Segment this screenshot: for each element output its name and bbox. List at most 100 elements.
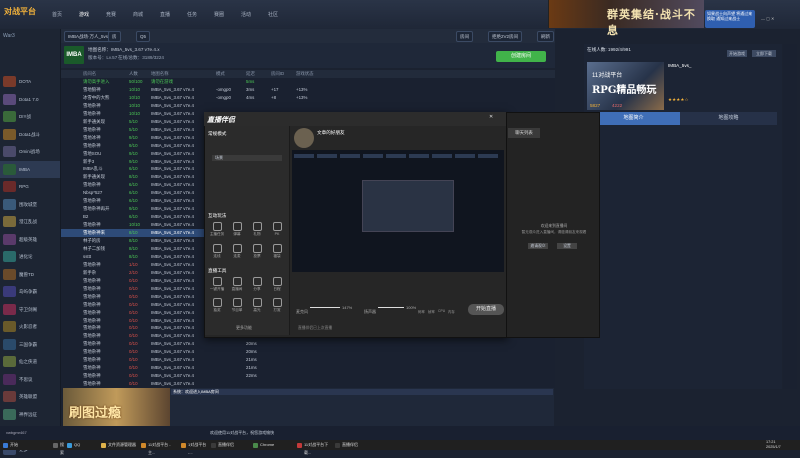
window-controls[interactable]: — ▢ ✕ [761,16,797,23]
tool2-6[interactable]: 高光 [248,298,266,313]
sidebar-item-5[interactable]: IMBA [0,161,60,179]
tool2-1[interactable]: 直播间 [228,277,246,292]
close-icon[interactable]: ✕ [489,114,493,120]
start-game-button[interactable]: 开始游戏 [727,50,747,57]
nav-item-0[interactable]: 首页 [52,11,62,18]
room-chip-1[interactable]: 房 [108,31,121,42]
table-row[interactable]: 冰雪中的大熊10/10IMBA_5vs_3.67 v7e.4-omgp04ms+… [61,94,555,102]
taskbar-item-7[interactable]: Chrome [252,441,294,449]
sidebar-item-4[interactable]: Omini战场 [0,143,60,161]
table-cell: 新手通关现 [83,173,105,181]
table-row[interactable]: 雪地杂神0/10IMBA_5vs_3.67 v7e.4 [61,380,555,388]
sidebar-item-17[interactable]: 不思议 [0,371,60,389]
nav-item-7[interactable]: 活动 [241,11,251,18]
taskbar-item-5[interactable]: 1对战平台 -... [180,441,210,449]
room-filter-0[interactable]: 房间 [456,31,473,42]
taskbar-item-0[interactable]: 开始 [2,441,50,449]
mic-slider[interactable] [310,307,340,308]
nav-item-8[interactable]: 社区 [268,11,278,18]
more-functions[interactable]: 更多功能 [236,325,252,331]
tool2-4[interactable]: 抽奖 [208,298,226,313]
tool-1[interactable]: 弹幕 [228,222,246,237]
tool2-5[interactable]: 节目单 [228,298,246,313]
room-filter-1[interactable]: 拒绝2V2房间 [488,31,522,42]
taskbar-item-2[interactable]: QQ [66,441,96,449]
sidebar-item-11[interactable]: 魔兽TD [0,266,60,284]
settings-button[interactable]: 设置 [557,243,577,249]
room-filter-2[interactable]: 刷新 [537,31,554,42]
invite-button[interactable]: 邀请观众 [528,243,548,249]
tool2-2[interactable]: 分享 [248,277,266,292]
table-row[interactable]: 雪地杂神0/10IMBA_5vs_3.67 v7e.421ms [61,364,555,372]
promo-banner[interactable]: 刷图过瘾 [63,388,170,426]
nav-item-6[interactable]: 赛圈 [214,11,224,18]
notification-popup[interactable]: 如果战士向声望 将通过来换取 通知过来战士 [705,10,755,28]
taskbar-item-4[interactable]: 11对战平台 - 主... [140,441,178,449]
taskbar-item-8[interactable]: 11对战平台下载... [296,441,332,449]
sidebar-item-8[interactable]: 澄江乱战 [0,213,60,231]
tool2-7[interactable]: 打赏 [268,298,286,313]
tool-0[interactable]: 主播任务 [208,222,226,237]
tool-2[interactable]: 礼物 [248,222,266,237]
tab-map-guide[interactable]: 地图攻略 [680,112,777,125]
nav-item-1[interactable]: 游戏 [79,11,89,18]
nav-item-3[interactable]: 商城 [133,11,143,18]
start-live-button[interactable]: 开始直播 [468,304,504,315]
taskbar-item-1[interactable]: 搜索 [52,441,64,449]
speaker-slider[interactable] [378,307,404,308]
sidebar-item-6[interactable]: RPG [0,178,60,196]
tool-4[interactable]: 连线 [208,244,226,259]
table-row[interactable]: 雪地杂神0/10IMBA_5vs_3.67 v7e.420ms [61,348,555,356]
taskbar-item-6[interactable]: 直播伴侣 [210,441,250,449]
table-row[interactable]: 雪地杂神10/10IMBA_5vs_3.67 v7e.4 [61,102,555,110]
chat-tab[interactable]: 聊天列表 [508,128,540,138]
top-ad-banner[interactable]: 群英集结·战斗不息 [548,0,704,28]
app-logo[interactable]: 对战平台 [4,6,36,17]
scene-item[interactable]: 场景 [212,155,282,161]
sidebar-item-7[interactable]: 围攻城堡 [0,196,60,214]
stream-title[interactable]: 文章的好朋友 [317,130,345,136]
tool-label: 礼物 [253,232,260,236]
game-thumb-icon [3,251,16,262]
taskbar-item-9[interactable]: 直播伴侣 [334,441,374,449]
tool-3[interactable]: PK [268,222,286,236]
sidebar-item-18[interactable]: 英雄联盟 [0,388,60,406]
table-row[interactable]: 雪地杂神0/10IMBA_5vs_3.67 v7e.421ms [61,356,555,364]
table-row[interactable]: 雪地狼神10/10IMBA_5vs_3.67 v7e.4-omgp03ms+17… [61,86,555,94]
user-name[interactable]: vwbgmr467 [6,430,27,435]
table-row[interactable]: 雪地杂神0/10IMBA_5vs_3.67 v7e.420ms [61,340,555,348]
sidebar-item-15[interactable]: 三国争霸 [0,336,60,354]
sidebar-item-12[interactable]: 岛屿争霸 [0,283,60,301]
create-room-button[interactable]: 创建房间 [496,51,546,62]
sidebar-item-16[interactable]: 仙之侠道 [0,353,60,371]
nav-item-4[interactable]: 直播 [160,11,170,18]
nav-item-5[interactable]: 任务 [187,11,197,18]
scene-mode[interactable]: 常规模式 [208,131,226,137]
table-row[interactable]: 请勿高手进入50/100请勿在游戏5ms [61,78,555,86]
sidebar-item-label: Dota1 7.0 [19,97,39,102]
sidebar-item-0[interactable]: DOTA [0,73,60,91]
table-row[interactable]: 雪地杂神0/10IMBA_5vs_3.67 v7e.422ms [61,372,555,380]
table-cell: 0/10 [129,372,138,380]
sidebar-item-14[interactable]: 火影忍者 [0,318,60,336]
sidebar-item-3[interactable]: Dota1战斗 [0,126,60,144]
download-button[interactable]: 立即下载 [752,50,776,57]
sidebar-item-19[interactable]: 神界远征 [0,406,60,424]
room-chip-2[interactable]: Q5 [136,31,150,42]
tool-6[interactable]: 投票 [248,244,266,259]
nav-item-2[interactable]: 竞赛 [106,11,116,18]
room-chip-0[interactable]: IMBA战场·万人_5vs [64,31,112,42]
tool-5[interactable]: 连麦 [228,244,246,259]
tool2-0[interactable]: 一键开播 [208,277,226,292]
banner-text: 刷图过瘾 [69,402,121,421]
tab-map-intro[interactable]: 地图简介 [587,112,680,125]
tool2-3[interactable]: 日程 [268,277,286,292]
tool-7[interactable]: 福袋 [268,244,286,259]
avatar[interactable] [294,128,314,148]
sidebar-item-13[interactable]: 守卫剑阁 [0,301,60,319]
sidebar-item-1[interactable]: Dota1 7.0 [0,91,60,109]
taskbar-item-3[interactable]: 文件资源管理器 [100,441,138,449]
sidebar-item-9[interactable]: 超级英雄 [0,231,60,249]
sidebar-item-10[interactable]: 进化论 [0,248,60,266]
sidebar-item-2[interactable]: DIY战 [0,108,60,126]
